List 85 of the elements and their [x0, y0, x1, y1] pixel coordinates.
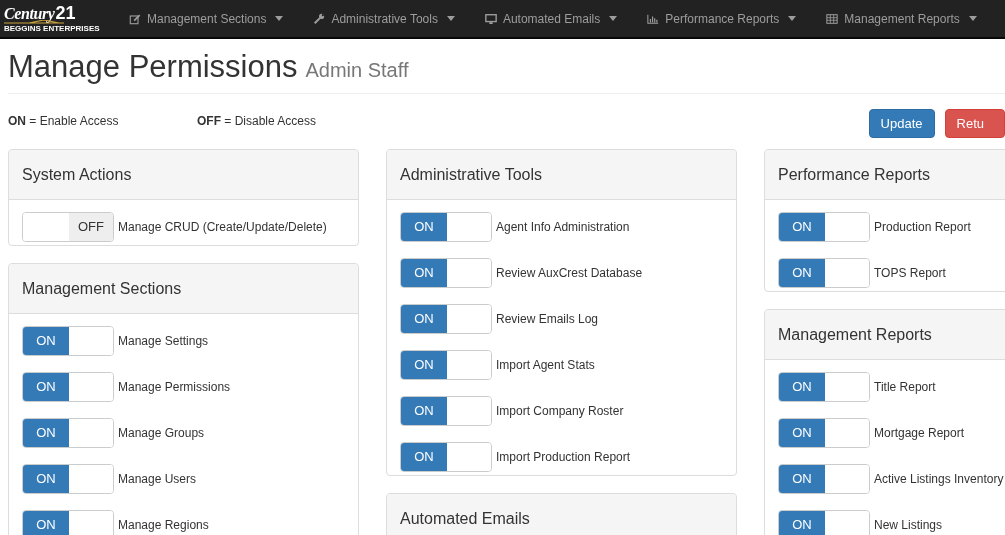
logo-subtitle: BEGGINS ENTERPRISES	[4, 25, 100, 33]
switch-label: ON	[36, 424, 56, 443]
toggle-switch[interactable]: ON	[400, 304, 492, 334]
toggle-switch[interactable]: ON	[778, 464, 870, 494]
toggle-switch[interactable]: OFF	[22, 212, 114, 242]
toggle-switch[interactable]: ON	[778, 258, 870, 288]
permission-label: Title Report	[874, 379, 936, 396]
toggle-switch[interactable]: ON	[400, 442, 492, 472]
switch-label: ON	[414, 264, 434, 283]
permission-label: Agent Info Administration	[496, 219, 630, 236]
permission-label: Manage Regions	[118, 517, 209, 534]
toggle-switch[interactable]: ON	[400, 258, 492, 288]
switch-label: OFF	[78, 218, 104, 237]
return-button[interactable]: Retu	[944, 109, 1005, 138]
permission-label: TOPS Report	[874, 265, 946, 282]
permission-label: Import Production Report	[496, 449, 631, 466]
toggle-switch[interactable]: ON	[778, 372, 870, 402]
permission-label: Review AuxCrest Database	[496, 265, 643, 282]
nav-menu[interactable]: Performance Reports	[632, 9, 812, 28]
logo-number: 21	[55, 4, 76, 22]
panel-title: Management Reports	[778, 324, 932, 345]
permission-label: Import Agent Stats	[496, 357, 595, 374]
toggle-switch[interactable]: ON	[778, 212, 870, 242]
page-subtitle: Admin Staff	[305, 58, 409, 83]
permission-label: New Listings	[874, 517, 943, 534]
toggle-switch[interactable]: ON	[400, 396, 492, 426]
caret-icon	[446, 16, 455, 21]
switch-label: ON	[792, 378, 812, 397]
legend-text: OFF = Disable Access	[197, 113, 317, 130]
switch-label: ON	[414, 310, 434, 329]
switch-label: ON	[36, 378, 56, 397]
caret-icon	[968, 16, 977, 21]
page-title: Manage Permissions	[8, 48, 298, 86]
permission-label: Manage Settings	[118, 333, 209, 350]
permission-label: Manage Permissions	[118, 379, 231, 396]
permission-label: Manage Users	[118, 471, 197, 488]
permission-label: Manage CRUD (Create/Update/Delete)	[118, 219, 327, 236]
switch-label: ON	[792, 264, 812, 283]
switch-label: ON	[414, 448, 434, 467]
table-icon	[826, 12, 839, 25]
update-button[interactable]: Update	[868, 109, 935, 138]
permission-label: Review Emails Log	[496, 311, 599, 328]
toggle-switch[interactable]: ON	[22, 372, 114, 402]
permission-label: Active Listings Inventory	[874, 471, 1004, 488]
panel-title: System Actions	[22, 164, 132, 185]
bar-chart-icon	[647, 12, 660, 25]
switch-label: ON	[792, 424, 812, 443]
switch-label: ON	[792, 516, 812, 535]
nav-menu[interactable]: Administrative Tools	[298, 9, 470, 28]
permission-label: Mortgage Report	[874, 425, 965, 442]
caret-icon	[788, 16, 797, 21]
panel-title: Management Sections	[22, 278, 182, 299]
permission-label: Production Report	[874, 219, 971, 236]
panel-title: Performance Reports	[778, 164, 931, 185]
panel-title: Automated Emails	[400, 508, 530, 529]
toggle-switch[interactable]: ON	[400, 350, 492, 380]
toggle-switch[interactable]: ON	[22, 464, 114, 494]
switch-label: ON	[792, 218, 812, 237]
nav-menu[interactable]: Automated Emails	[469, 9, 633, 28]
toggle-switch[interactable]: ON	[778, 510, 870, 535]
switch-label: ON	[36, 332, 56, 351]
permission-label: Import Company Roster	[496, 403, 624, 420]
toggle-switch[interactable]: ON	[22, 418, 114, 448]
permission-label: Manage Groups	[118, 425, 205, 442]
caret-icon	[609, 16, 618, 21]
panel-title: Administrative Tools	[400, 164, 542, 185]
switch-label: ON	[36, 470, 56, 489]
logo-wordmark: Century	[4, 6, 55, 22]
edit-icon	[129, 12, 141, 25]
switch-label: ON	[36, 516, 56, 535]
switch-label: ON	[414, 356, 434, 375]
monitor-icon	[484, 12, 497, 25]
toggle-switch[interactable]: ON	[22, 326, 114, 356]
toggle-switch[interactable]: ON	[778, 418, 870, 448]
toggle-switch[interactable]: ON	[400, 212, 492, 242]
switch-label: ON	[792, 470, 812, 489]
legend-text: ON = Enable Access	[8, 113, 120, 130]
wrench-icon	[313, 12, 326, 25]
brand-logo[interactable]: Century21 BEGGINS ENTERPRISES	[4, 4, 100, 33]
nav-menu[interactable]: Management Sections	[114, 9, 299, 28]
nav-menu[interactable]: Management Reports	[811, 9, 992, 28]
switch-label: ON	[414, 402, 434, 421]
caret-icon	[275, 16, 284, 21]
switch-label: ON	[414, 218, 434, 237]
toggle-switch[interactable]: ON	[22, 510, 114, 535]
